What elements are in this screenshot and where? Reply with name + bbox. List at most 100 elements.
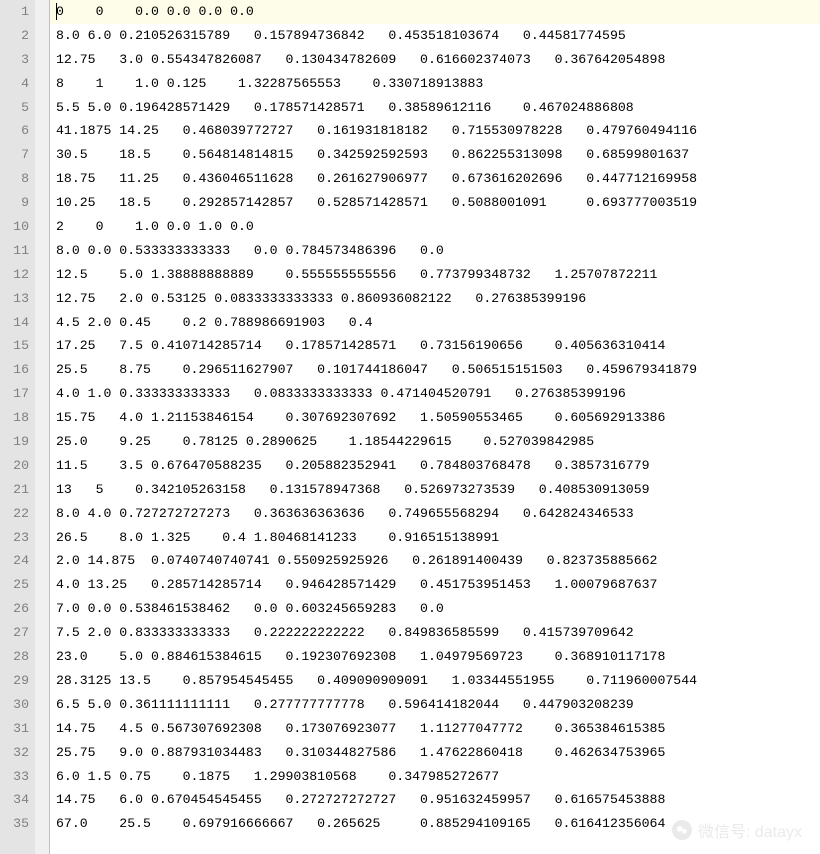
code-line[interactable]: 28.3125 13.5 0.857954545455 0.4090909090… [56,669,820,693]
code-line[interactable]: 8.0 6.0 0.210526315789 0.157894736842 0.… [56,24,820,48]
line-number: 1 [0,0,29,24]
code-text: 14.75 6.0 0.670454545455 0.272727272727 … [56,792,665,807]
code-text: 7.5 2.0 0.833333333333 0.222222222222 0.… [56,625,634,640]
code-text: 8 1 1.0 0.125 1.32287565553 0.3307189138… [56,76,483,91]
code-text: 2.0 14.875 0.0740740740741 0.55092592592… [56,553,657,568]
code-line[interactable]: 23.0 5.0 0.884615384615 0.192307692308 1… [56,645,820,669]
fold-margin [35,0,50,854]
line-number: 16 [0,358,29,382]
code-text: 8.0 6.0 0.210526315789 0.157894736842 0.… [56,28,626,43]
code-line[interactable]: 7.0 0.0 0.538461538462 0.0 0.60324565928… [56,597,820,621]
watermark: 微信号: datayx [672,818,802,842]
code-line[interactable]: 14.75 4.5 0.567307692308 0.173076923077 … [56,717,820,741]
line-number: 22 [0,502,29,526]
code-text: 23.0 5.0 0.884615384615 0.192307692308 1… [56,649,665,664]
code-editor[interactable]: 1234567891011121314151617181920212223242… [0,0,820,854]
code-text: 7.0 0.0 0.538461538462 0.0 0.60324565928… [56,601,444,616]
line-number: 14 [0,311,29,335]
code-text: 13 5 0.342105263158 0.131578947368 0.526… [56,482,650,497]
line-number: 11 [0,239,29,263]
code-text: 14.75 4.5 0.567307692308 0.173076923077 … [56,721,665,736]
line-number: 15 [0,334,29,358]
code-line[interactable]: 41.1875 14.25 0.468039772727 0.161931818… [56,119,820,143]
code-text: 6.5 5.0 0.361111111111 0.277777777778 0.… [56,697,634,712]
line-number: 29 [0,669,29,693]
code-text: 12.5 5.0 1.38888888889 0.555555555556 0.… [56,267,657,282]
line-number: 34 [0,788,29,812]
code-text: 41.1875 14.25 0.468039772727 0.161931818… [56,123,697,138]
code-line[interactable]: 0 0 0.0 0.0 0.0 0.0 [56,0,820,24]
code-line[interactable]: 13 5 0.342105263158 0.131578947368 0.526… [56,478,820,502]
line-number: 13 [0,287,29,311]
code-text: 25.75 9.0 0.887931034483 0.310344827586 … [56,745,665,760]
code-line[interactable]: 17.25 7.5 0.410714285714 0.178571428571 … [56,334,820,358]
watermark-text: 微信号: datayx [698,818,802,842]
text-caret [56,3,57,20]
code-line[interactable]: 2.0 14.875 0.0740740740741 0.55092592592… [56,549,820,573]
code-text: 4.0 1.0 0.333333333333 0.0833333333333 0… [56,386,626,401]
code-text: 17.25 7.5 0.410714285714 0.178571428571 … [56,338,665,353]
code-text: 30.5 18.5 0.564814814815 0.342592592593 … [56,147,689,162]
code-line[interactable]: 25.0 9.25 0.78125 0.2890625 1.1854422961… [56,430,820,454]
code-text: 15.75 4.0 1.21153846154 0.307692307692 1… [56,410,665,425]
code-line[interactable]: 11.5 3.5 0.676470588235 0.205882352941 0… [56,454,820,478]
wechat-icon [672,820,692,840]
code-text: 12.75 3.0 0.554347826087 0.130434782609 … [56,52,665,67]
code-line[interactable]: 8 1 1.0 0.125 1.32287565553 0.3307189138… [56,72,820,96]
line-number: 24 [0,549,29,573]
line-number: 19 [0,430,29,454]
code-text: 12.75 2.0 0.53125 0.0833333333333 0.8609… [56,291,586,306]
code-line[interactable]: 4.0 1.0 0.333333333333 0.0833333333333 0… [56,382,820,406]
line-number: 5 [0,96,29,120]
line-number: 30 [0,693,29,717]
code-line[interactable]: 15.75 4.0 1.21153846154 0.307692307692 1… [56,406,820,430]
code-line[interactable]: 6.0 1.5 0.75 0.1875 1.29903810568 0.3479… [56,765,820,789]
line-number: 23 [0,526,29,550]
line-number-gutter: 1234567891011121314151617181920212223242… [0,0,35,854]
code-text: 10.25 18.5 0.292857142857 0.528571428571… [56,195,697,210]
line-number: 32 [0,741,29,765]
code-text: 25.5 8.75 0.296511627907 0.101744186047 … [56,362,697,377]
code-text: 4.0 13.25 0.285714285714 0.946428571429 … [56,577,657,592]
code-line[interactable]: 26.5 8.0 1.325 0.4 1.80468141233 0.91651… [56,526,820,550]
code-line[interactable]: 8.0 4.0 0.727272727273 0.363636363636 0.… [56,502,820,526]
code-text: 5.5 5.0 0.196428571429 0.178571428571 0.… [56,100,634,115]
code-line[interactable]: 2 0 1.0 0.0 1.0 0.0 [56,215,820,239]
code-text: 18.75 11.25 0.436046511628 0.26162790697… [56,171,697,186]
code-line[interactable]: 18.75 11.25 0.436046511628 0.26162790697… [56,167,820,191]
code-line[interactable]: 4.5 2.0 0.45 0.2 0.788986691903 0.4 [56,311,820,335]
code-line[interactable]: 5.5 5.0 0.196428571429 0.178571428571 0.… [56,96,820,120]
code-area[interactable]: 0 0 0.0 0.0 0.0 0.0 8.0 6.0 0.21052631578… [50,0,820,854]
code-text: 4.5 2.0 0.45 0.2 0.788986691903 0.4 [56,315,373,330]
line-number: 6 [0,119,29,143]
line-number: 35 [0,812,29,836]
code-line[interactable]: 14.75 6.0 0.670454545455 0.272727272727 … [56,788,820,812]
code-line[interactable]: 12.75 2.0 0.53125 0.0833333333333 0.8609… [56,287,820,311]
line-number: 27 [0,621,29,645]
code-text: 2 0 1.0 0.0 1.0 0.0 [56,219,254,234]
line-number: 12 [0,263,29,287]
code-text: 0 0 0.0 0.0 0.0 0.0 [56,4,254,19]
code-text: 8.0 4.0 0.727272727273 0.363636363636 0.… [56,506,634,521]
code-text: 28.3125 13.5 0.857954545455 0.4090909090… [56,673,697,688]
code-line[interactable]: 30.5 18.5 0.564814814815 0.342592592593 … [56,143,820,167]
line-number: 25 [0,573,29,597]
line-number: 10 [0,215,29,239]
line-number: 21 [0,478,29,502]
line-number: 26 [0,597,29,621]
line-number: 2 [0,24,29,48]
code-line[interactable]: 6.5 5.0 0.361111111111 0.277777777778 0.… [56,693,820,717]
code-line[interactable]: 12.75 3.0 0.554347826087 0.130434782609 … [56,48,820,72]
code-line[interactable]: 25.5 8.75 0.296511627907 0.101744186047 … [56,358,820,382]
code-text: 25.0 9.25 0.78125 0.2890625 1.1854422961… [56,434,594,449]
code-line[interactable]: 8.0 0.0 0.533333333333 0.0 0.78457348639… [56,239,820,263]
line-number: 3 [0,48,29,72]
code-line[interactable]: 4.0 13.25 0.285714285714 0.946428571429 … [56,573,820,597]
code-line[interactable]: 10.25 18.5 0.292857142857 0.528571428571… [56,191,820,215]
line-number: 4 [0,72,29,96]
code-line[interactable]: 12.5 5.0 1.38888888889 0.555555555556 0.… [56,263,820,287]
code-line[interactable]: 7.5 2.0 0.833333333333 0.222222222222 0.… [56,621,820,645]
code-line[interactable]: 25.75 9.0 0.887931034483 0.310344827586 … [56,741,820,765]
line-number: 17 [0,382,29,406]
code-text: 26.5 8.0 1.325 0.4 1.80468141233 0.91651… [56,530,499,545]
